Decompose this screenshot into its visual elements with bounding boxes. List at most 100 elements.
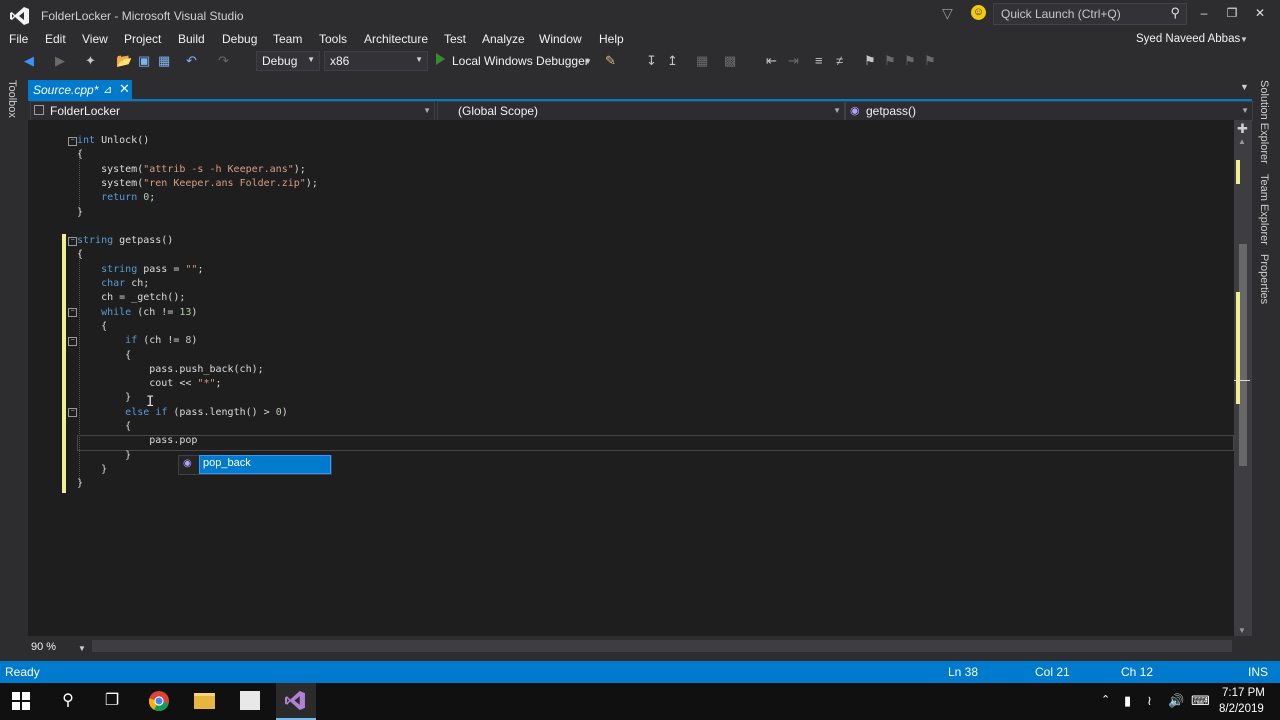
next-bookmark-icon[interactable]: ⚑ xyxy=(904,53,916,69)
code-line[interactable]: { xyxy=(77,349,131,363)
code-line[interactable]: string getpass() xyxy=(77,234,173,248)
feedback-smiley-icon[interactable]: ☺ xyxy=(971,5,986,20)
menu-window[interactable]: Window xyxy=(539,32,582,46)
restore-button[interactable]: ❐ xyxy=(1222,6,1242,20)
bookmark-icon[interactable]: ⚑ xyxy=(864,53,876,69)
collapse-icon[interactable]: − xyxy=(68,137,77,146)
undo-icon[interactable]: ↶ xyxy=(186,53,197,69)
chevron-down-icon[interactable]: ▼ xyxy=(78,644,86,653)
new-project-icon[interactable]: ✦ xyxy=(85,53,96,69)
menu-view[interactable]: View xyxy=(82,32,108,46)
account-caret-icon[interactable]: ▼ xyxy=(1240,35,1248,44)
code-line[interactable]: system("ren Keeper.ans Folder.zip"); xyxy=(77,177,318,191)
menu-help[interactable]: Help xyxy=(599,32,624,46)
find-in-files-icon[interactable]: ✎ xyxy=(605,53,616,69)
windows-start-icon[interactable] xyxy=(12,692,30,710)
code-line[interactable]: { xyxy=(77,148,83,162)
clear-bookmarks-icon[interactable]: ⚑ xyxy=(924,53,936,69)
file-explorer-icon[interactable] xyxy=(194,693,215,709)
solution-explorer-tab[interactable]: Solution Explorer xyxy=(1258,80,1270,164)
pin-icon[interactable]: ⊿ xyxy=(103,83,112,96)
code-line[interactable]: } xyxy=(77,477,83,491)
document-tab-source[interactable]: Source.cpp* ⊿ ✕ xyxy=(28,80,132,99)
code-editor[interactable] xyxy=(44,120,1234,636)
code-line[interactable]: ch = _getch(); xyxy=(77,291,185,305)
code-line[interactable]: } xyxy=(77,463,107,477)
notifications-filter-icon[interactable]: ▽ xyxy=(942,5,953,22)
code-line[interactable]: system("attrib -s -h Keeper.ans"); xyxy=(77,163,306,177)
save-icon[interactable]: ▣ xyxy=(138,53,150,69)
code-line[interactable]: } xyxy=(77,206,83,220)
step-out-icon[interactable]: ▦ xyxy=(696,53,708,69)
menu-tools[interactable]: Tools xyxy=(319,32,347,46)
search-icon[interactable]: ⚲ xyxy=(56,690,80,712)
outdent-icon[interactable]: ⇤ xyxy=(766,53,777,69)
menu-analyze[interactable]: Analyze xyxy=(482,32,525,46)
code-line[interactable]: int Unlock() xyxy=(77,134,149,148)
scroll-up-arrow-icon[interactable]: ▲ xyxy=(1238,137,1246,146)
code-line[interactable]: char ch; xyxy=(77,277,149,291)
quick-launch-input[interactable]: Quick Launch (Ctrl+Q) ⚲ xyxy=(993,3,1187,25)
menu-edit[interactable]: Edit xyxy=(45,32,66,46)
split-editor-plus-icon[interactable]: ✚ xyxy=(1237,121,1248,137)
code-line[interactable]: } xyxy=(77,391,131,405)
search-icon[interactable]: ⚲ xyxy=(1170,5,1180,21)
code-line[interactable]: while (ch != 13) xyxy=(77,306,197,320)
open-file-icon[interactable]: 📂 xyxy=(116,53,132,69)
code-line[interactable]: } xyxy=(77,449,131,463)
completion-item-selected[interactable]: pop_back xyxy=(199,455,331,474)
navigate-forward-icon[interactable]: ▶ xyxy=(55,53,65,69)
battery-icon[interactable]: ▮ xyxy=(1124,693,1131,709)
menu-debug[interactable]: Debug xyxy=(222,32,257,46)
collapse-icon[interactable]: − xyxy=(68,408,77,417)
clock-time[interactable]: 7:17 PM xyxy=(1222,687,1265,699)
menu-project[interactable]: Project xyxy=(124,32,161,46)
code-line[interactable]: { xyxy=(77,248,83,262)
chrome-icon[interactable] xyxy=(148,690,170,712)
breakpoint-icon[interactable]: ▩ xyxy=(724,53,736,69)
uncomment-lines-icon[interactable]: ≠ xyxy=(836,53,843,68)
code-line[interactable]: string pass = ""; xyxy=(77,263,203,277)
task-view-icon[interactable]: ❐ xyxy=(100,690,124,712)
start-debugging-button[interactable]: Local Windows Debugger xyxy=(452,54,589,68)
indent-icon[interactable]: ⇥ xyxy=(788,53,799,69)
show-hidden-icons-chevron-up-icon[interactable]: ⌃ xyxy=(1101,693,1110,706)
properties-tab[interactable]: Properties xyxy=(1258,254,1270,304)
code-line[interactable]: pass.push_back(ch); xyxy=(77,363,263,377)
scroll-down-arrow-icon[interactable]: ▼ xyxy=(1238,626,1246,635)
zoom-level-select[interactable]: 90 % xyxy=(31,641,56,653)
code-line[interactable]: cout << "*"; xyxy=(77,377,221,391)
step-over-icon[interactable]: ↥ xyxy=(667,53,678,69)
scope-navigation-dropdown[interactable]: (Global Scope) ▼ xyxy=(437,101,845,121)
code-line[interactable]: pass.pop xyxy=(77,434,197,448)
collapse-icon[interactable]: − xyxy=(68,337,77,346)
clock-date[interactable]: 8/2/2019 xyxy=(1219,703,1264,715)
toolbox-tab[interactable]: Toolbox xyxy=(6,80,18,118)
team-explorer-tab[interactable]: Team Explorer xyxy=(1258,174,1270,245)
editor-glyph-margin[interactable] xyxy=(28,120,44,636)
save-all-icon[interactable]: ▦ xyxy=(158,53,170,69)
step-into-icon[interactable]: ↧ xyxy=(646,53,657,69)
project-navigation-dropdown[interactable]: FolderLocker ▼ xyxy=(30,101,435,121)
close-icon[interactable]: ✕ xyxy=(119,81,130,97)
code-line[interactable]: if (ch != 8) xyxy=(77,334,197,348)
account-user-name[interactable]: Syed Naveed Abbas xyxy=(1136,33,1240,45)
code-line[interactable]: else if (pass.length() > 0) xyxy=(77,406,288,420)
navigate-back-icon[interactable]: ◀ xyxy=(24,53,34,69)
menu-architecture[interactable]: Architecture xyxy=(364,32,428,46)
previous-bookmark-icon[interactable]: ⚑ xyxy=(884,53,896,69)
tab-overflow-chevron-down-icon[interactable]: ▼ xyxy=(1240,82,1249,92)
solution-configuration-select[interactable]: Debug ▼ xyxy=(256,51,320,71)
store-icon[interactable] xyxy=(240,691,260,710)
code-line[interactable]: { xyxy=(77,320,107,334)
visual-studio-taskbar-button[interactable] xyxy=(276,683,316,720)
code-line[interactable]: { xyxy=(77,420,131,434)
debugger-caret-icon[interactable]: ▼ xyxy=(584,57,592,66)
code-line[interactable]: return 0; xyxy=(77,191,155,205)
menu-test[interactable]: Test xyxy=(444,32,466,46)
menu-team[interactable]: Team xyxy=(273,32,302,46)
minimize-button[interactable]: – xyxy=(1194,6,1214,20)
horizontal-scrollbar[interactable] xyxy=(92,640,1232,652)
menu-file[interactable]: File xyxy=(9,32,28,46)
member-navigation-dropdown[interactable]: ◉ getpass() ▼ xyxy=(845,101,1253,121)
